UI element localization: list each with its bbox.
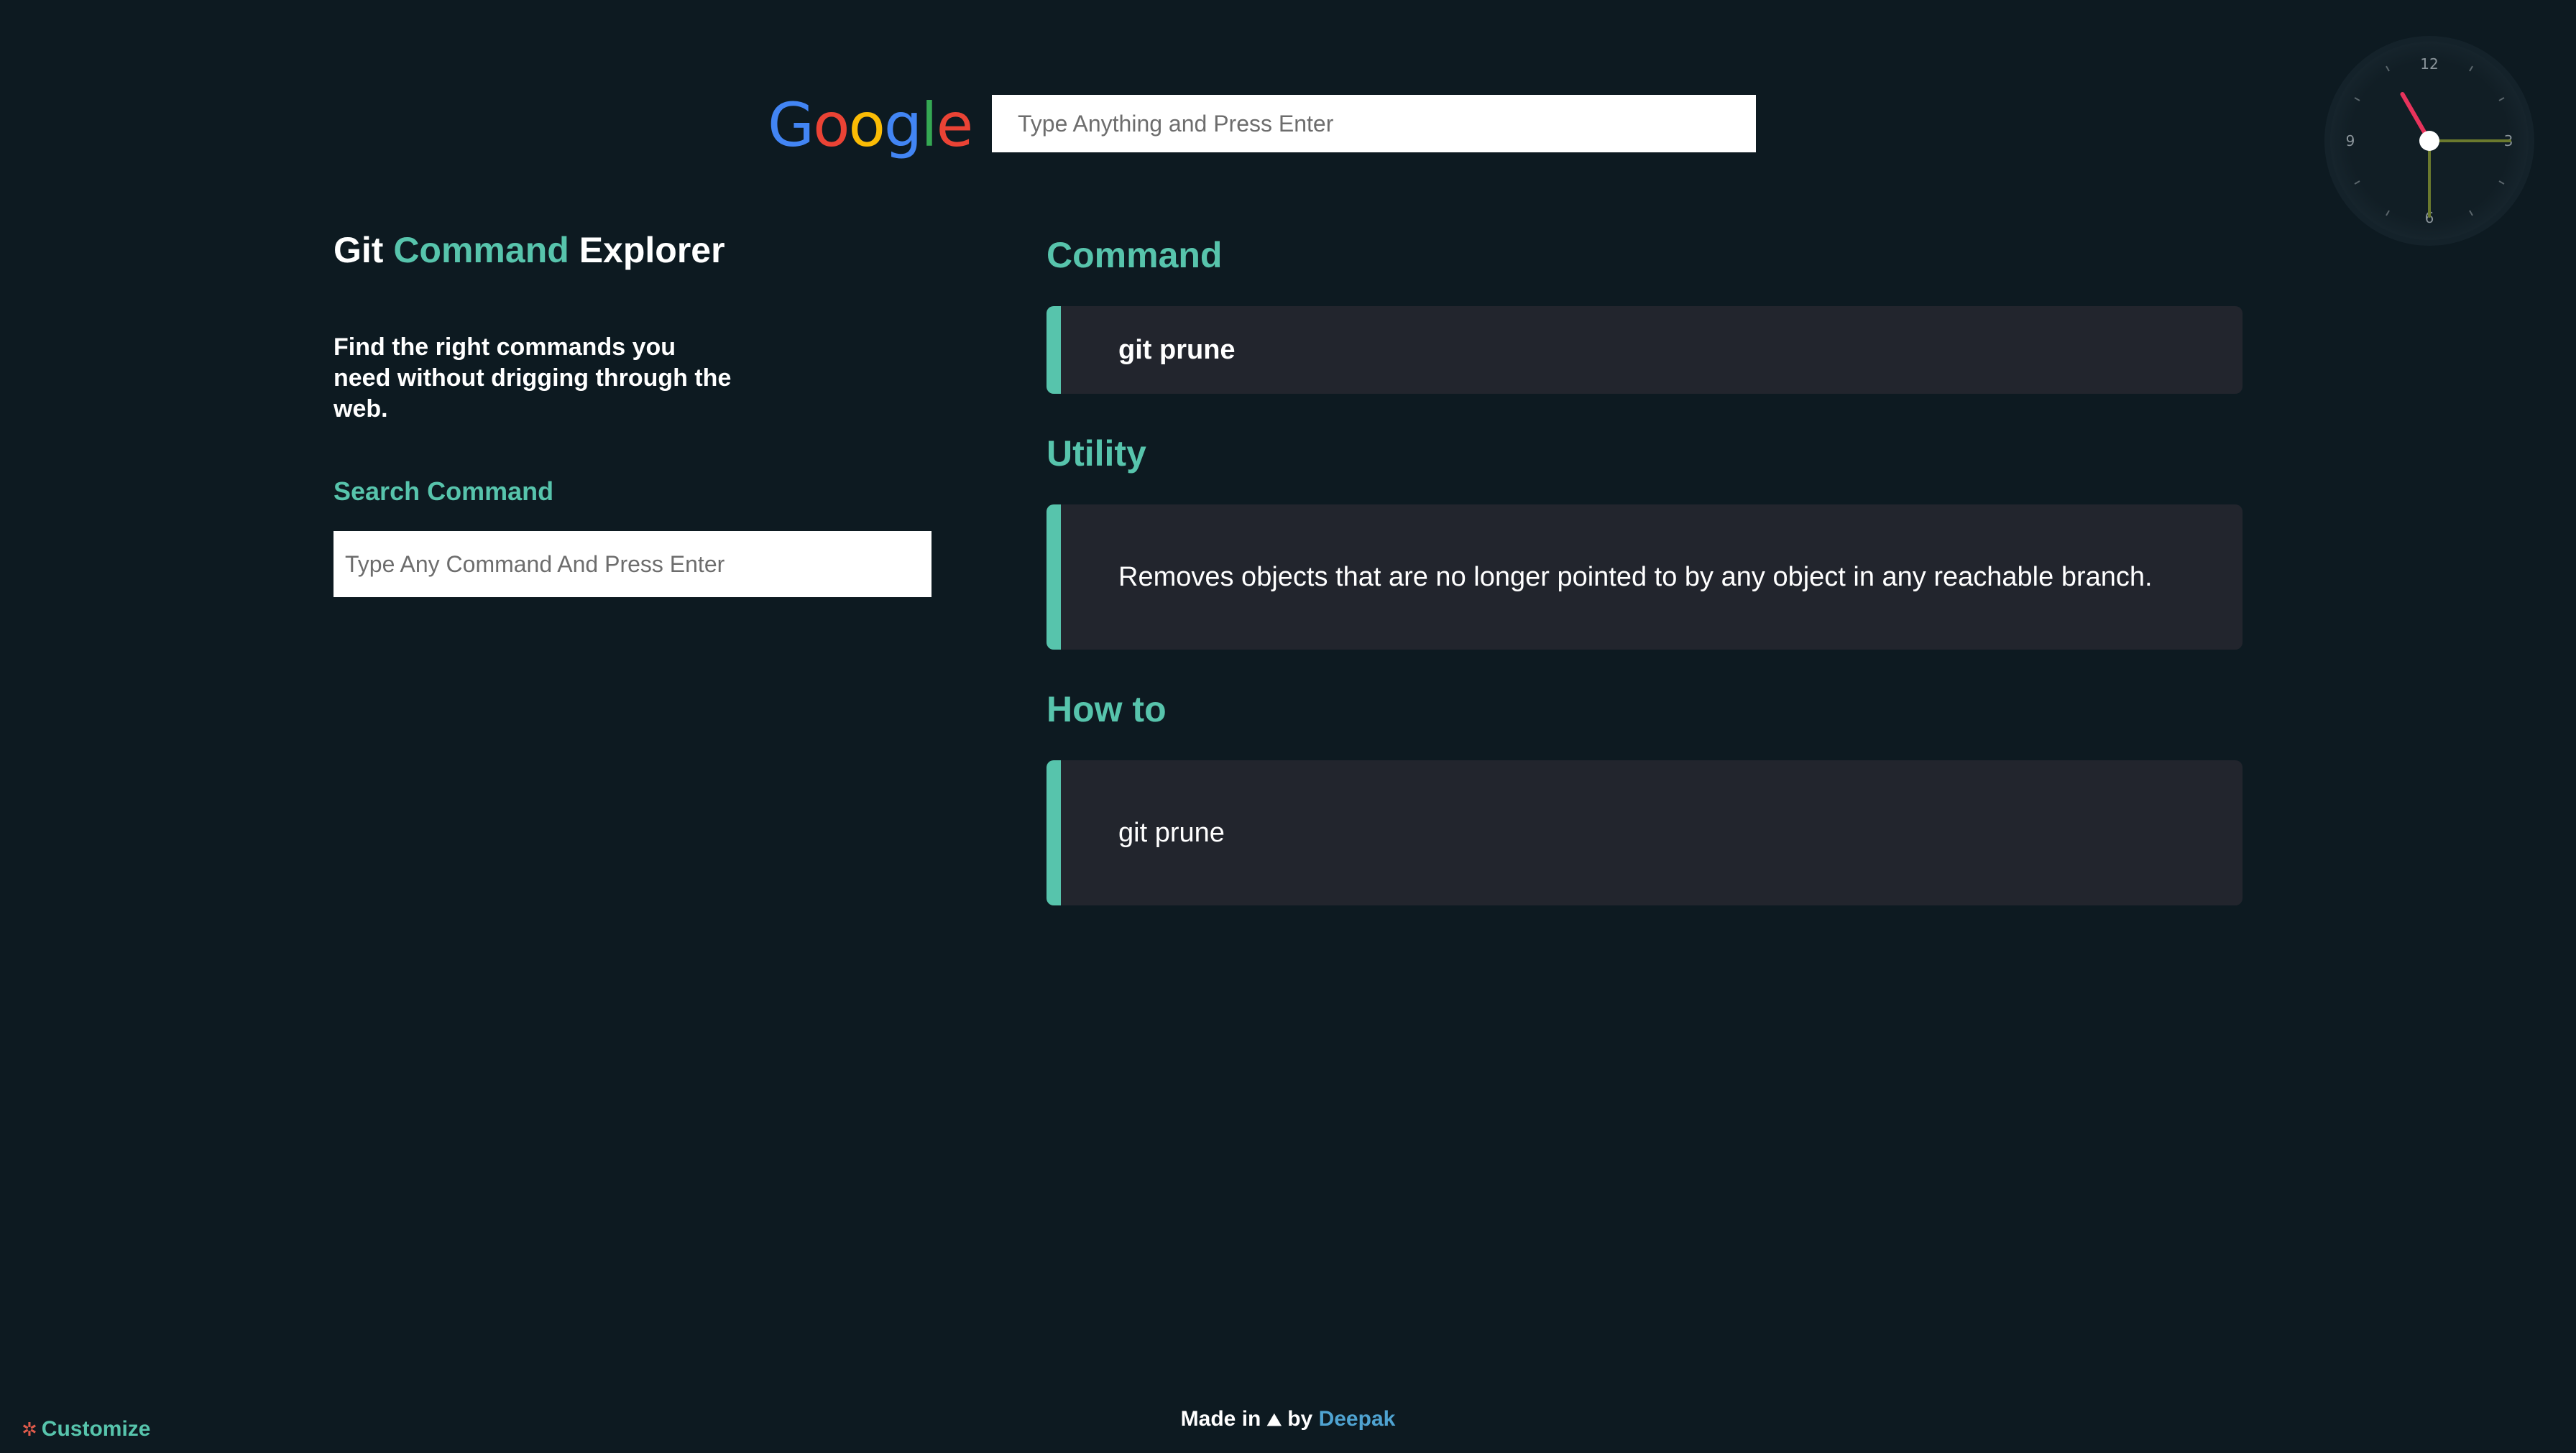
howto-value: git prune <box>1118 817 1225 848</box>
command-heading: Command <box>1046 235 1223 275</box>
analog-clock: 12 3 6 9 <box>2324 36 2534 246</box>
clock-label-12: 12 <box>2420 55 2438 73</box>
footer-made-in: Made in <box>1180 1407 1261 1431</box>
utility-heading: Utility <box>1046 433 1146 474</box>
clock-label-9: 9 <box>2346 132 2355 149</box>
author-link[interactable]: Deepak <box>1319 1407 1396 1431</box>
explorer-panel: Git Command Explorer Find the right comm… <box>334 216 937 597</box>
command-search-input[interactable] <box>334 531 932 597</box>
howto-card: git prune <box>1046 760 2242 905</box>
utility-value: Removes objects that are no longer point… <box>1118 561 2153 592</box>
google-logo-letter: o <box>848 90 886 160</box>
utility-card: Removes objects that are no longer point… <box>1046 504 2242 650</box>
title-prefix: Git <box>334 230 394 270</box>
footer-by: by <box>1287 1407 1313 1431</box>
howto-heading: How to <box>1046 689 1167 729</box>
title-suffix: Explorer <box>569 230 725 270</box>
google-logo-letter: o <box>813 90 850 160</box>
mountain-icon: ⛰ <box>1266 1411 1282 1430</box>
google-logo-letter: l <box>921 90 937 160</box>
footer: Made in ⛰ by Deepak <box>0 1407 2576 1431</box>
clock-center-pin <box>2419 131 2439 151</box>
google-search-input[interactable] <box>992 95 1756 152</box>
google-logo-letter: g <box>883 90 922 160</box>
customize-label: Customize <box>41 1417 151 1441</box>
command-value: git prune <box>1118 334 1236 365</box>
gear-icon: ✲ <box>22 1419 37 1440</box>
command-card: git prune <box>1046 306 2242 394</box>
tagline: Find the right commands you need without… <box>334 333 732 423</box>
page-title: Git Command Explorer <box>334 227 937 273</box>
google-logo-letter: G <box>768 90 814 160</box>
result-panel: Command git prune Utility Removes object… <box>1046 230 2242 905</box>
title-accent: Command <box>393 230 569 270</box>
customize-button[interactable]: ✲ Customize <box>22 1417 150 1442</box>
google-logo-letter: e <box>936 90 974 160</box>
search-command-label: Search Command <box>334 476 554 506</box>
google-logo: Google <box>768 90 974 160</box>
